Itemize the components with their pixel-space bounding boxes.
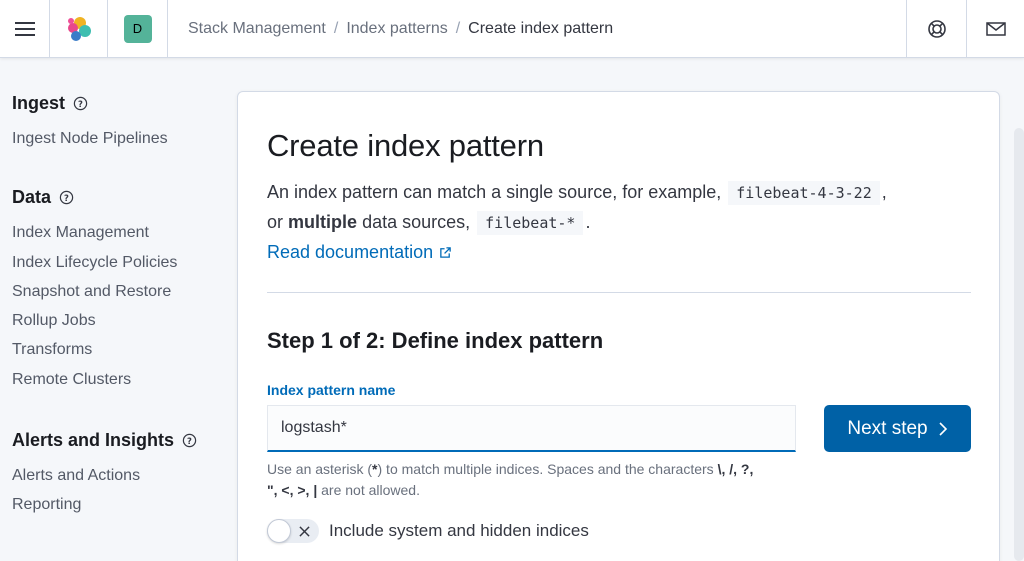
example-code-multiple: filebeat-* [477,211,584,235]
help-text-part: Use an asterisk ( [267,461,373,477]
lifebuoy-icon [927,19,946,38]
sidebar-section-alerts-and-insights: Alerts and Insights ? [12,430,222,451]
sidebar-section-data: Data ? [12,187,222,208]
help-text-chars: ", <, >, | [267,482,318,498]
breadcrumb-index-patterns[interactable]: Index patterns [346,20,447,38]
question-circle-icon[interactable]: ? [182,433,197,448]
step-title: Step 1 of 2: Define index pattern [267,328,604,353]
breadcrumb-current: Create index pattern [468,19,614,37]
sidebar-section-ingest: Ingest ? [12,93,222,114]
space-selector[interactable]: D [108,0,168,58]
sidebar-item-reporting[interactable]: Reporting [12,490,222,519]
description-text: An index pattern can match a single sour… [267,182,722,202]
sidebar-section-title: Data [12,187,52,208]
read-documentation-label: Read documentation [267,242,434,262]
sidebar-item-rollup-jobs[interactable]: Rollup Jobs [12,306,222,335]
breadcrumb: Stack Management / Index patterns / Crea… [168,20,906,38]
sidebar-item-remote-clusters[interactable]: Remote Clusters [12,365,222,394]
help-text-part: ) to match multiple indices. Spaces and … [377,461,714,477]
section-divider [267,292,971,293]
page-title: Create index pattern [267,128,544,163]
create-index-pattern-panel: Create index pattern An index pattern ca… [237,91,1000,561]
question-circle-icon[interactable]: ? [59,190,74,205]
include-hidden-toggle-row: Include system and hidden indices [267,519,589,543]
elastic-logo-icon [67,16,91,41]
description-text: data sources, [362,212,471,232]
chevron-right-icon [939,421,947,436]
sidebar-section-title: Ingest [12,93,66,113]
sidebar-item-ingest-node-pipelines[interactable]: Ingest Node Pipelines [12,124,222,153]
svg-text:?: ? [187,436,192,446]
switch-knob [267,519,291,543]
description-text: , [881,182,887,202]
side-nav: Ingest ? Ingest Node Pipelines Data ? In… [12,58,222,520]
top-header: D Stack Management / Index patterns / Cr… [0,0,1024,58]
svg-text:?: ? [64,193,69,203]
menu-button[interactable] [0,0,50,58]
sidebar-item-transforms[interactable]: Transforms [12,335,222,364]
newsfeed-button[interactable] [966,0,1024,58]
include-hidden-switch[interactable] [267,519,319,543]
svg-text:?: ? [78,99,83,109]
include-hidden-label[interactable]: Include system and hidden indices [329,521,589,541]
read-documentation-link[interactable]: Read documentation [267,238,452,267]
page-description: An index pattern can match a single sour… [267,178,977,267]
help-text-part: are not allowed. [321,482,420,498]
index-pattern-name-input[interactable] [267,405,796,452]
index-pattern-name-label: Index pattern name [267,382,396,398]
home-logo[interactable] [50,0,108,58]
description-text: . [585,212,591,232]
mail-icon [985,21,1006,36]
sidebar-item-alerts-and-actions[interactable]: Alerts and Actions [12,461,222,490]
input-help-text: Use an asterisk (*) to match multiple in… [267,459,807,501]
help-button[interactable] [906,0,966,58]
description-text: or [267,212,284,232]
external-link-icon [440,247,451,258]
cross-icon [299,525,310,537]
sidebar-item-snapshot-and-restore[interactable]: Snapshot and Restore [12,277,222,306]
breadcrumb-separator: / [333,19,339,37]
sidebar-item-index-lifecycle-policies[interactable]: Index Lifecycle Policies [12,248,222,277]
next-step-button[interactable]: Next step [824,405,971,452]
space-avatar[interactable]: D [123,14,152,43]
sidebar-item-index-management[interactable]: Index Management [12,218,222,247]
example-code-single: filebeat-4-3-22 [728,181,880,205]
help-text-chars: \, /, ?, [717,461,754,477]
breadcrumb-separator: / [455,19,461,37]
sidebar-section-title: Alerts and Insights [12,430,175,451]
description-bold: multiple [288,212,358,232]
page-scrollbar[interactable] [1014,128,1024,561]
breadcrumb-stack-management[interactable]: Stack Management [188,20,326,38]
hamburger-menu-icon [14,21,35,36]
question-circle-icon[interactable]: ? [73,96,88,111]
next-step-label: Next step [847,417,928,439]
